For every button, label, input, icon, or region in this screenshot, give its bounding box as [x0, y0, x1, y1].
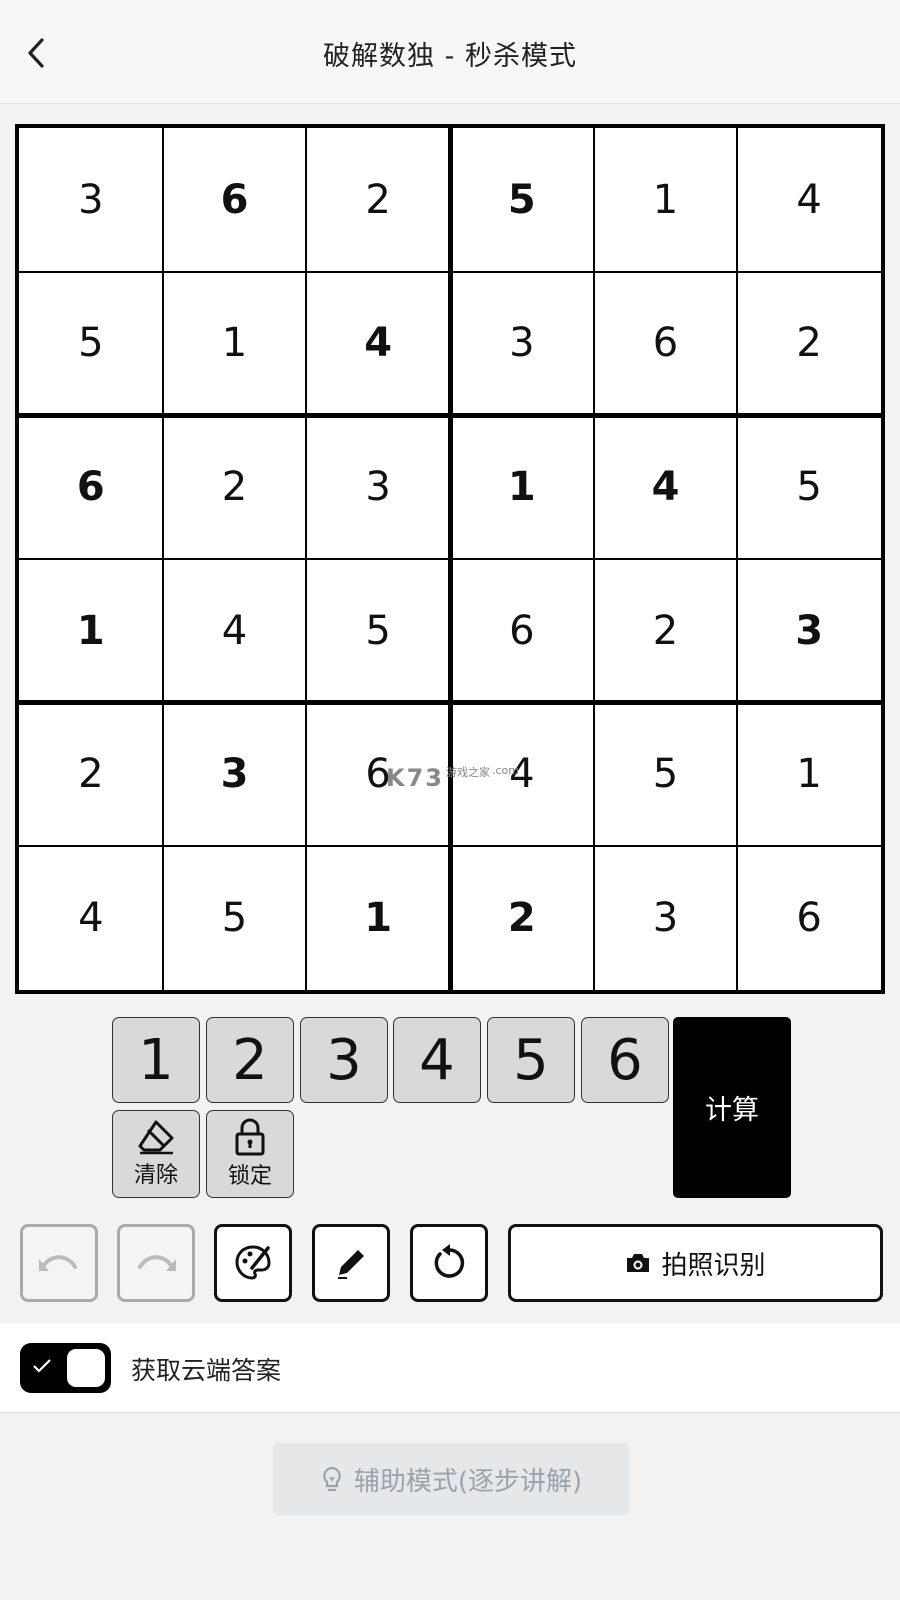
sudoku-cell[interactable]: 3	[594, 846, 738, 990]
sudoku-cell[interactable]: 5	[163, 846, 307, 990]
header-bar: 破解数独 - 秒杀模式	[0, 0, 900, 104]
palette-button[interactable]	[214, 1224, 292, 1302]
sudoku-cell[interactable]: 1	[163, 272, 307, 416]
eraser-icon	[138, 1120, 174, 1155]
sudoku-cell[interactable]: 5	[450, 128, 594, 272]
sudoku-cell[interactable]: 5	[306, 559, 450, 703]
watermark-logo: K73 游戏之家 .com	[386, 764, 519, 792]
calculate-button[interactable]: 计算	[673, 1017, 791, 1198]
lock-button[interactable]: 锁定	[206, 1110, 294, 1198]
sudoku-cell[interactable]: 1	[306, 846, 450, 990]
sudoku-cell[interactable]: 4	[163, 559, 307, 703]
sudoku-cell[interactable]: 3	[450, 272, 594, 416]
grid-line	[19, 558, 881, 560]
undo-button[interactable]	[20, 1224, 98, 1302]
sudoku-cell[interactable]: 6	[19, 415, 163, 559]
digit-key-4[interactable]: 4	[393, 1017, 481, 1103]
page-title: 破解数独 - 秒杀模式	[323, 41, 577, 72]
sudoku-cell[interactable]: 6	[163, 128, 307, 272]
sudoku-cell[interactable]: 6	[594, 272, 738, 416]
sudoku-cell[interactable]: 2	[306, 128, 450, 272]
digit-key-1[interactable]: 1	[112, 1017, 200, 1103]
palette-icon	[235, 1245, 271, 1280]
photo-label: 拍照识别	[661, 1250, 766, 1281]
sudoku-cell[interactable]: 1	[737, 703, 881, 847]
digit-key-6[interactable]: 6	[581, 1017, 669, 1103]
sudoku-cell[interactable]: 6	[450, 559, 594, 703]
sudoku-cell[interactable]: 2	[19, 703, 163, 847]
sudoku-cell[interactable]: 1	[450, 415, 594, 559]
sudoku-board: 362514514362623145145623236451451236	[15, 124, 885, 994]
assist-mode-label: 辅助模式(逐步讲解)	[353, 1466, 583, 1497]
sudoku-cell[interactable]: 3	[19, 128, 163, 272]
box-divider	[19, 700, 881, 706]
sudoku-cell[interactable]: 3	[163, 703, 307, 847]
pencil-icon	[338, 1250, 364, 1279]
grid-line	[19, 845, 881, 848]
digit-key-2[interactable]: 2	[206, 1017, 294, 1103]
sudoku-cell[interactable]: 1	[594, 128, 738, 272]
toggle-knob	[67, 1349, 105, 1387]
sudoku-cell[interactable]: 5	[737, 415, 881, 559]
undo-icon	[39, 1255, 77, 1271]
lightbulb-icon	[323, 1466, 341, 1492]
sudoku-cell[interactable]: 1	[19, 559, 163, 703]
photo-recognize-button[interactable]: 拍照识别	[508, 1224, 883, 1302]
lock-label: 锁定	[227, 1164, 272, 1189]
clear-label: 清除	[133, 1163, 178, 1188]
assist-mode-button[interactable]: 辅助模式(逐步讲解)	[273, 1443, 629, 1515]
pencil-button[interactable]	[312, 1224, 390, 1302]
sudoku-cell[interactable]: 6	[737, 846, 881, 990]
sudoku-cell[interactable]: 3	[306, 415, 450, 559]
sudoku-cell[interactable]: 4	[19, 846, 163, 990]
digit-key-3[interactable]: 3	[300, 1017, 388, 1103]
lock-icon	[235, 1118, 265, 1156]
sudoku-cell[interactable]: 3	[737, 559, 881, 703]
sudoku-cell[interactable]: 5	[594, 703, 738, 847]
rotate-icon	[434, 1244, 465, 1278]
sudoku-cell[interactable]: 2	[163, 415, 307, 559]
sudoku-cell[interactable]: 2	[737, 272, 881, 416]
cloud-answer-row: 获取云端答案	[0, 1323, 900, 1413]
sudoku-cell[interactable]: 5	[19, 272, 163, 416]
grid-line	[592, 128, 595, 990]
sudoku-cell[interactable]: 2	[450, 846, 594, 990]
grid-line	[736, 128, 739, 990]
cloud-answer-toggle[interactable]	[20, 1343, 111, 1393]
cloud-answer-label: 获取云端答案	[131, 1356, 282, 1385]
sudoku-cell[interactable]: 4	[594, 415, 738, 559]
digit-key-5[interactable]: 5	[487, 1017, 575, 1103]
camera-icon	[627, 1254, 650, 1272]
clear-button[interactable]: 清除	[112, 1110, 200, 1198]
sudoku-cell[interactable]: 2	[594, 559, 738, 703]
sudoku-cell[interactable]: 4	[737, 128, 881, 272]
reset-button[interactable]	[410, 1224, 488, 1302]
check-icon	[33, 1359, 51, 1373]
redo-icon	[138, 1255, 176, 1271]
sudoku-cell[interactable]: 4	[306, 272, 450, 416]
redo-button[interactable]	[117, 1224, 195, 1302]
